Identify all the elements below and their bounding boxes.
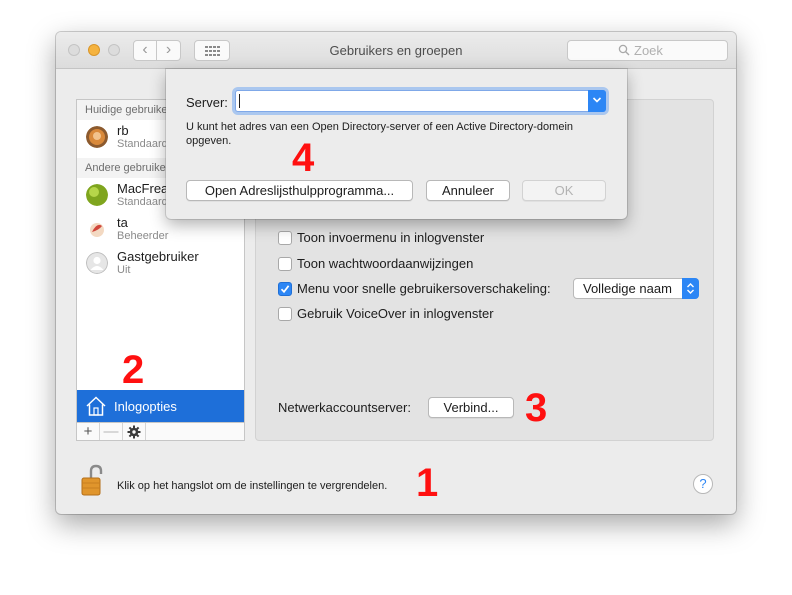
unlocked-padlock-icon[interactable] — [81, 464, 103, 498]
option-label: Toon invoermenu in inlogvenster — [297, 230, 485, 245]
title-bar: ‹ › Gebruikers en groepen Zoek — [56, 32, 736, 69]
fast-switch-popup[interactable]: Volledige naam — [573, 278, 699, 299]
fast-switch-value: Volledige naam — [583, 281, 672, 296]
help-button[interactable]: ? — [693, 474, 713, 494]
annotation-3: 3 — [525, 386, 548, 430]
option-label: Gebruik VoiceOver in inlogvenster — [297, 306, 494, 321]
network-account-server-label: Netwerkaccountserver: — [278, 400, 411, 415]
annotation-2: 2 — [122, 348, 145, 392]
server-label: Server: — [186, 95, 228, 110]
action-menu-button[interactable] — [123, 423, 146, 440]
user-name: Gastgebruiker — [117, 249, 199, 264]
search-icon — [618, 44, 630, 56]
user-role: Standaard — [117, 196, 168, 208]
user-name: rb — [117, 123, 129, 138]
server-sheet-dialog: Server: U kunt het adres van een Open Di… — [166, 69, 627, 219]
remove-user-button[interactable]: — — [100, 423, 123, 440]
avatar — [86, 126, 108, 148]
gear-icon — [127, 425, 141, 439]
avatar — [86, 184, 108, 206]
user-role: Beheerder — [117, 230, 169, 242]
house-icon — [86, 396, 106, 416]
lock-hint-text: Klik op het hangslot om de instellingen … — [117, 480, 388, 492]
user-name: ta — [117, 215, 128, 230]
add-user-button[interactable]: + — [77, 423, 100, 440]
server-help-text: U kunt het adres van een Open Directory-… — [186, 121, 574, 147]
sidebar-item-gastgebruiker[interactable]: Gastgebruiker Uit — [77, 246, 244, 280]
checkbox[interactable] — [278, 307, 292, 321]
checkbox[interactable] — [278, 282, 292, 296]
server-input[interactable] — [235, 90, 606, 112]
avatar — [86, 218, 108, 240]
user-role: Standaard — [117, 138, 168, 150]
option-label: Menu voor snelle gebruikersoverschakelin… — [297, 281, 551, 296]
ok-button[interactable]: OK — [522, 180, 606, 201]
chevron-down-icon — [592, 97, 602, 103]
checkbox[interactable] — [278, 231, 292, 245]
updown-arrows-icon — [682, 278, 699, 299]
search-placeholder: Zoek — [634, 43, 663, 58]
sidebar-item-login-options[interactable]: Inlogopties — [77, 390, 244, 422]
annotation-4: 4 — [292, 136, 315, 180]
sidebar-toolbar: + — — [77, 422, 244, 440]
search-field[interactable]: Zoek — [567, 40, 728, 61]
server-dropdown-button[interactable] — [588, 90, 606, 112]
checkbox[interactable] — [278, 257, 292, 271]
cancel-button[interactable]: Annuleer — [426, 180, 510, 201]
guest-avatar-icon — [86, 252, 108, 274]
checkmark-icon — [280, 285, 290, 294]
annotation-1: 1 — [416, 461, 439, 505]
open-directory-utility-button[interactable]: Open Adreslijsthulpprogramma... — [186, 180, 413, 201]
login-options-label: Inlogopties — [114, 399, 177, 414]
text-cursor — [239, 94, 240, 108]
user-role: Uit — [117, 264, 131, 276]
join-button[interactable]: Verbind... — [428, 397, 514, 418]
option-label: Toon wachtwoordaanwijzingen — [297, 256, 474, 271]
